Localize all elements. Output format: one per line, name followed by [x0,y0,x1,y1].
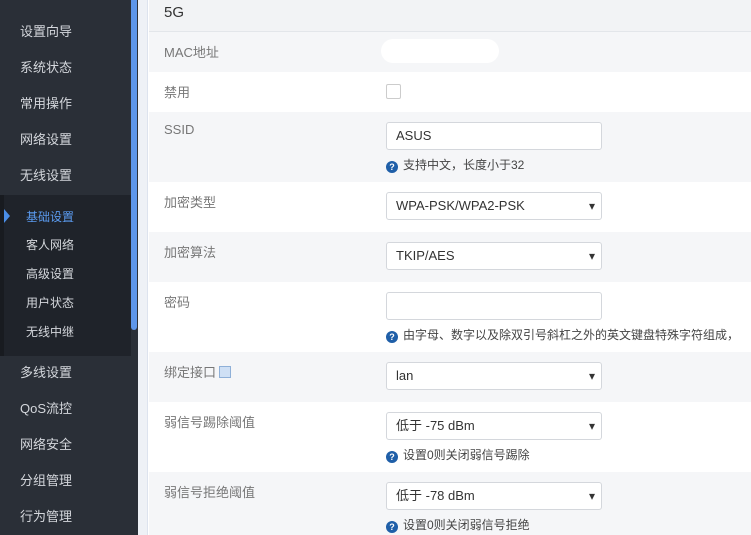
ssid-hint: ? 支持中文，长度小于32 [386,156,524,173]
row-reject-threshold: 弱信号拒绝阈值 低于 -78 dBm ?设置0则关闭弱信号拒绝 [149,472,751,535]
row-disable: 禁用 [149,72,751,112]
help-icon: ? [386,521,398,533]
nav-setup-wizard[interactable]: 设置向导 [20,22,72,42]
help-icon: ? [386,161,398,173]
help-icon: ? [386,331,398,343]
bind-interface-select[interactable]: lan [386,362,602,390]
enc-alg-select[interactable]: TKIP/AES [386,242,602,270]
sub-basic-settings[interactable]: 基础设置 [26,208,74,226]
nav-qos[interactable]: QoS流控 [20,399,72,419]
reject-label: 弱信号拒绝阈值 [164,485,256,500]
nav-group-management[interactable]: 分组管理 [20,471,72,491]
password-input[interactable] [386,292,602,320]
row-enc-type: 加密类型 WPA-PSK/WPA2-PSK [149,182,751,232]
help-icon: ? [386,451,398,463]
kick-label: 弱信号踢除阈值 [164,415,256,430]
disable-label: 禁用 [164,85,191,100]
enc-type-select[interactable]: WPA-PSK/WPA2-PSK [386,192,602,220]
info-icon[interactable] [219,366,232,378]
section-header: 5G [149,0,751,32]
mac-label: MAC地址 [164,45,219,60]
sidebar: 设置向导 系统状态 常用操作 网络设置 无线设置 基础设置 客人网络 高级设置 … [0,0,131,535]
ssid-label: SSID [164,122,195,137]
password-hint: ? 由字母、数字以及除双引号斜杠之外的英文键盘特殊字符组成， [386,326,739,343]
section-title: 5G [164,4,185,21]
disable-checkbox[interactable] [386,84,401,99]
mac-value-redacted [381,39,499,63]
nav-common-ops[interactable]: 常用操作 [20,94,72,114]
nav-network-settings[interactable]: 网络设置 [20,130,72,150]
nav-behavior-management[interactable]: 行为管理 [20,507,72,527]
nav-system-status[interactable]: 系统状态 [20,58,72,78]
sub-guest-network[interactable]: 客人网络 [26,236,74,254]
bind-label: 绑定接口 [164,362,232,381]
nav-multiwan[interactable]: 多线设置 [20,363,72,383]
ssid-input[interactable]: ASUS [386,122,602,150]
sidebar-scrollbar-thumb[interactable] [131,0,137,330]
kick-hint: ? 设置0则关闭弱信号踢除 [386,446,530,463]
row-enc-alg: 加密算法 TKIP/AES [149,232,751,282]
reject-hint: ? 设置0则关闭弱信号拒绝 [386,516,530,533]
nav-network-security[interactable]: 网络安全 [20,435,72,455]
sub-user-status[interactable]: 用户状态 [26,294,74,312]
reject-threshold-select[interactable]: 低于 -78 dBm [386,482,602,510]
row-bind-interface: 绑定接口 lan [149,352,751,402]
wireless-submenu: 基础设置 客人网络 高级设置 用户状态 无线中继 [0,195,131,356]
sub-advanced-settings[interactable]: 高级设置 [26,265,74,283]
row-password: 密码 ? 由字母、数字以及除双引号斜杠之外的英文键盘特殊字符组成， [149,282,751,352]
row-mac: MAC地址 [149,32,751,72]
sub-wireless-repeater[interactable]: 无线中继 [26,323,74,341]
enc-type-label: 加密类型 [164,195,217,210]
password-label: 密码 [164,295,191,310]
kick-threshold-select[interactable]: 低于 -75 dBm [386,412,602,440]
row-ssid: SSID ASUS ? 支持中文，长度小于32 [149,112,751,182]
row-kick-threshold: 弱信号踢除阈值 低于 -75 dBm ?设置0则关闭弱信号踢除 [149,402,751,472]
nav-wireless-settings[interactable]: 无线设置 [20,166,72,186]
enc-alg-label: 加密算法 [164,245,217,260]
active-indicator-icon [4,209,10,223]
